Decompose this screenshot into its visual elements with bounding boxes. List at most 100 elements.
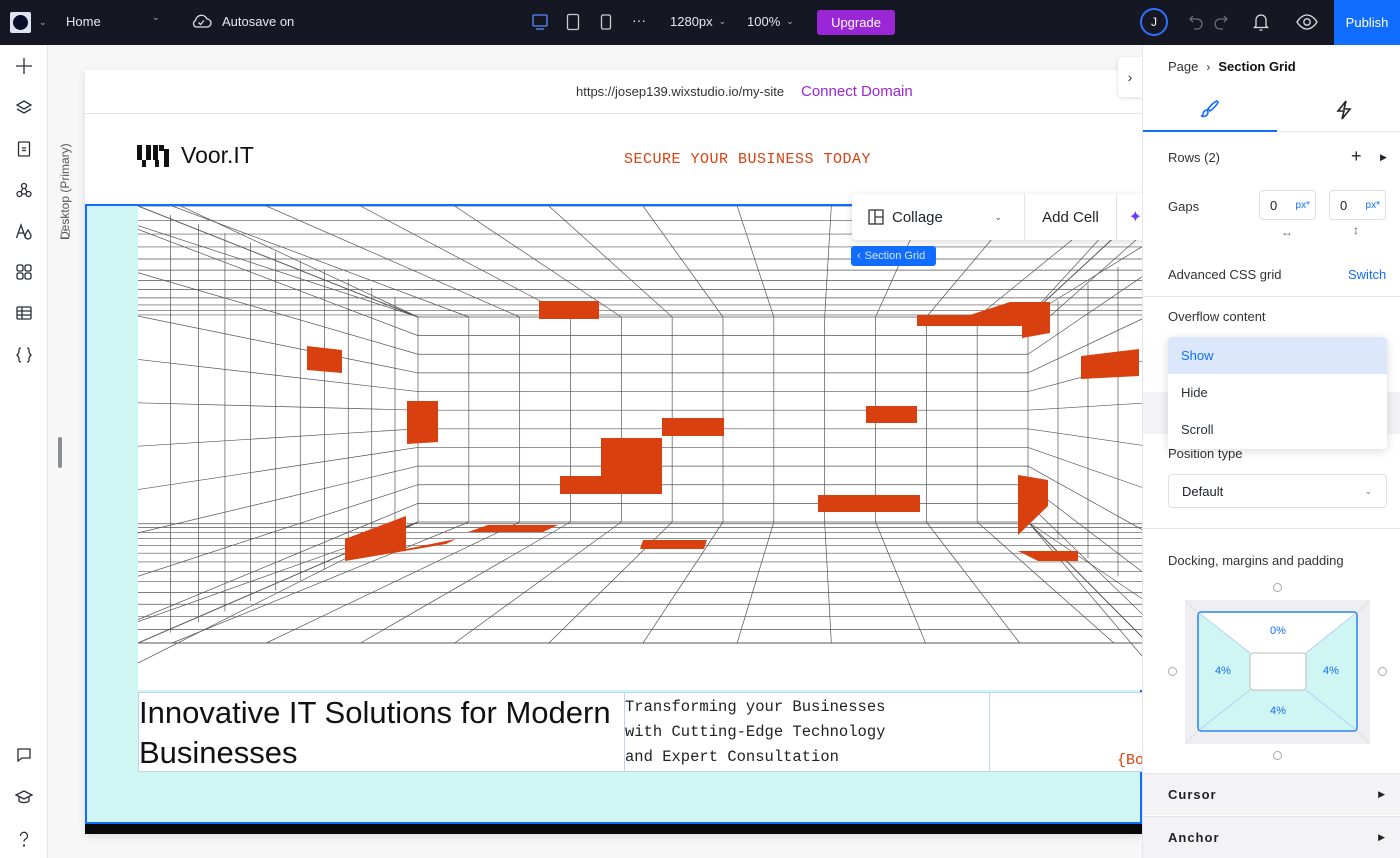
voor-logo-icon: [137, 144, 169, 167]
grid-line: [454, 205, 622, 318]
gap-unit-selector[interactable]: px*: [1296, 200, 1310, 211]
breakpoint-label-text: Desktop (Primary): [58, 143, 72, 240]
position-type-select[interactable]: Default ⌄: [1168, 474, 1387, 508]
dock-bottom-handle[interactable]: [1273, 751, 1282, 760]
breadcrumb-page[interactable]: Page: [1168, 59, 1198, 74]
add-elements-button[interactable]: [12, 54, 36, 78]
rows-expand-button[interactable]: ▶: [1380, 152, 1387, 163]
collapse-panel-button[interactable]: ›: [1118, 57, 1142, 97]
undo-button[interactable]: [1188, 13, 1204, 31]
feedback-button[interactable]: [12, 743, 36, 767]
gap-horizontal-input[interactable]: 0 px*: [1259, 190, 1316, 220]
orange-block: [1081, 349, 1139, 379]
cms-button[interactable]: [12, 301, 36, 325]
section-grid[interactable]: Innovative IT Solutions for Modern Busin…: [85, 185, 1142, 824]
dock-top-handle[interactable]: [1273, 583, 1282, 592]
site-menu-button[interactable]: ⌄: [10, 12, 47, 33]
grid-line: [548, 205, 673, 318]
page-selector[interactable]: Home ⌄: [66, 12, 161, 29]
grid-line: [875, 521, 926, 644]
grid-line: [824, 205, 832, 318]
user-avatar[interactable]: J: [1140, 8, 1168, 36]
breakpoint-width-selector[interactable]: 1280px ⌄: [670, 14, 726, 29]
perspective-grid-image[interactable]: [85, 185, 1142, 690]
overflow-option-scroll[interactable]: Scroll: [1168, 411, 1387, 448]
breadcrumb-separator-icon: ›: [1206, 59, 1211, 74]
pages-button[interactable]: [12, 137, 36, 161]
site-header[interactable]: Voor.IT SECURE YOUR BUSINESS TODAY: [85, 115, 1142, 205]
publish-button[interactable]: Publish: [1334, 0, 1400, 45]
layout-label: Collage: [892, 208, 943, 226]
padding-bottom-value[interactable]: 4%: [1270, 705, 1286, 717]
connect-domain-link[interactable]: Connect Domain: [801, 83, 913, 100]
tab-design[interactable]: [1143, 88, 1277, 132]
headline-cell[interactable]: Innovative IT Solutions for Modern Busin…: [138, 692, 625, 772]
top-bar: ⌄ Home ⌄ Autosave on ··· 1280px ⌄ 100% ⌄ U…: [0, 0, 1400, 45]
grid-line: [824, 521, 832, 644]
divider: [1143, 296, 1400, 297]
dock-right-handle[interactable]: [1378, 667, 1387, 676]
redo-button[interactable]: [1213, 13, 1229, 31]
notifications-button[interactable]: [1252, 12, 1270, 32]
undo-icon: [1189, 15, 1203, 30]
overflow-option-hide[interactable]: Hide: [1168, 374, 1387, 411]
help-button[interactable]: [12, 827, 36, 851]
mobile-view-button[interactable]: [600, 14, 612, 30]
site-preview: https://josep139.wixstudio.io/my-site Co…: [85, 70, 1142, 834]
autosave-status[interactable]: Autosave on: [190, 12, 294, 30]
zoom-label: 100%: [747, 14, 781, 29]
desktop-view-button[interactable]: [532, 13, 548, 31]
gap-unit-selector[interactable]: px*: [1366, 200, 1380, 211]
padding-editor: 0% 4% 4% 4%: [1185, 600, 1370, 744]
anchor-accordion[interactable]: Anchor ▶: [1143, 816, 1400, 858]
apps-button[interactable]: [12, 178, 36, 202]
desktop-icon: [532, 14, 548, 30]
headline: Innovative IT Solutions for Modern Busin…: [139, 695, 611, 770]
cursor-accordion[interactable]: Cursor ▶: [1143, 773, 1400, 815]
padding-left-value[interactable]: 4%: [1215, 665, 1231, 677]
cloud-check-icon: [192, 14, 212, 28]
upgrade-button[interactable]: Upgrade: [817, 10, 895, 35]
tablet-icon: [566, 13, 580, 31]
breakpoint-width-label: 1280px: [670, 14, 713, 29]
padding-right-value[interactable]: 4%: [1323, 665, 1339, 677]
padding-top-value[interactable]: 0%: [1270, 625, 1286, 637]
widgets-button[interactable]: [12, 260, 36, 284]
brush-icon: [1200, 100, 1219, 118]
chevron-down-icon: ⌄: [1364, 485, 1372, 496]
learn-button[interactable]: [12, 785, 36, 809]
tagline[interactable]: SECURE YOUR BUSINESS TODAY: [624, 151, 871, 168]
add-cell-button[interactable]: Add Cell: [1025, 194, 1117, 240]
layers-button[interactable]: [12, 96, 36, 120]
overflow-option-show[interactable]: Show: [1168, 337, 1387, 374]
switch-link[interactable]: Switch: [1348, 267, 1386, 282]
grid-line: [137, 465, 419, 534]
theme-button[interactable]: [12, 219, 36, 243]
ai-assistant-button[interactable]: ✦: [1117, 194, 1142, 240]
section-grid-tag[interactable]: ‹ Section Grid: [851, 246, 936, 266]
section-grid-tag-label: Section Grid: [864, 250, 926, 262]
page-selector-label: Home: [66, 14, 101, 29]
breakpoint-label: Desktop (Primary): [58, 143, 72, 240]
gap-vertical-input[interactable]: 0 px*: [1329, 190, 1386, 220]
more-options-button[interactable]: ···: [632, 12, 646, 28]
orange-block: [1018, 475, 1048, 535]
subtext-cell[interactable]: Transforming your Businesses with Cuttin…: [624, 692, 990, 772]
canvas-scroll-handle[interactable]: [58, 437, 62, 468]
dock-left-handle[interactable]: [1168, 667, 1177, 676]
tab-interactions[interactable]: [1277, 88, 1400, 132]
overflow-dropdown[interactable]: Show Hide Scroll: [1168, 337, 1387, 449]
button-cell[interactable]: {Bo: [989, 692, 1142, 772]
preview-button[interactable]: [1296, 13, 1318, 31]
truncated-placeholder-text: {Bo: [1116, 752, 1142, 769]
rows-label[interactable]: Rows (2): [1168, 150, 1220, 165]
position-type-value: Default: [1182, 483, 1224, 499]
orange-block: [866, 406, 917, 423]
chat-icon: [17, 748, 31, 763]
brand[interactable]: Voor.IT: [137, 142, 254, 169]
layout-selector[interactable]: Collage ⌄: [852, 194, 1025, 240]
add-row-button[interactable]: +: [1351, 146, 1362, 167]
zoom-selector[interactable]: 100% ⌄: [747, 14, 794, 29]
code-button[interactable]: [12, 343, 36, 367]
tablet-view-button[interactable]: [566, 13, 580, 31]
